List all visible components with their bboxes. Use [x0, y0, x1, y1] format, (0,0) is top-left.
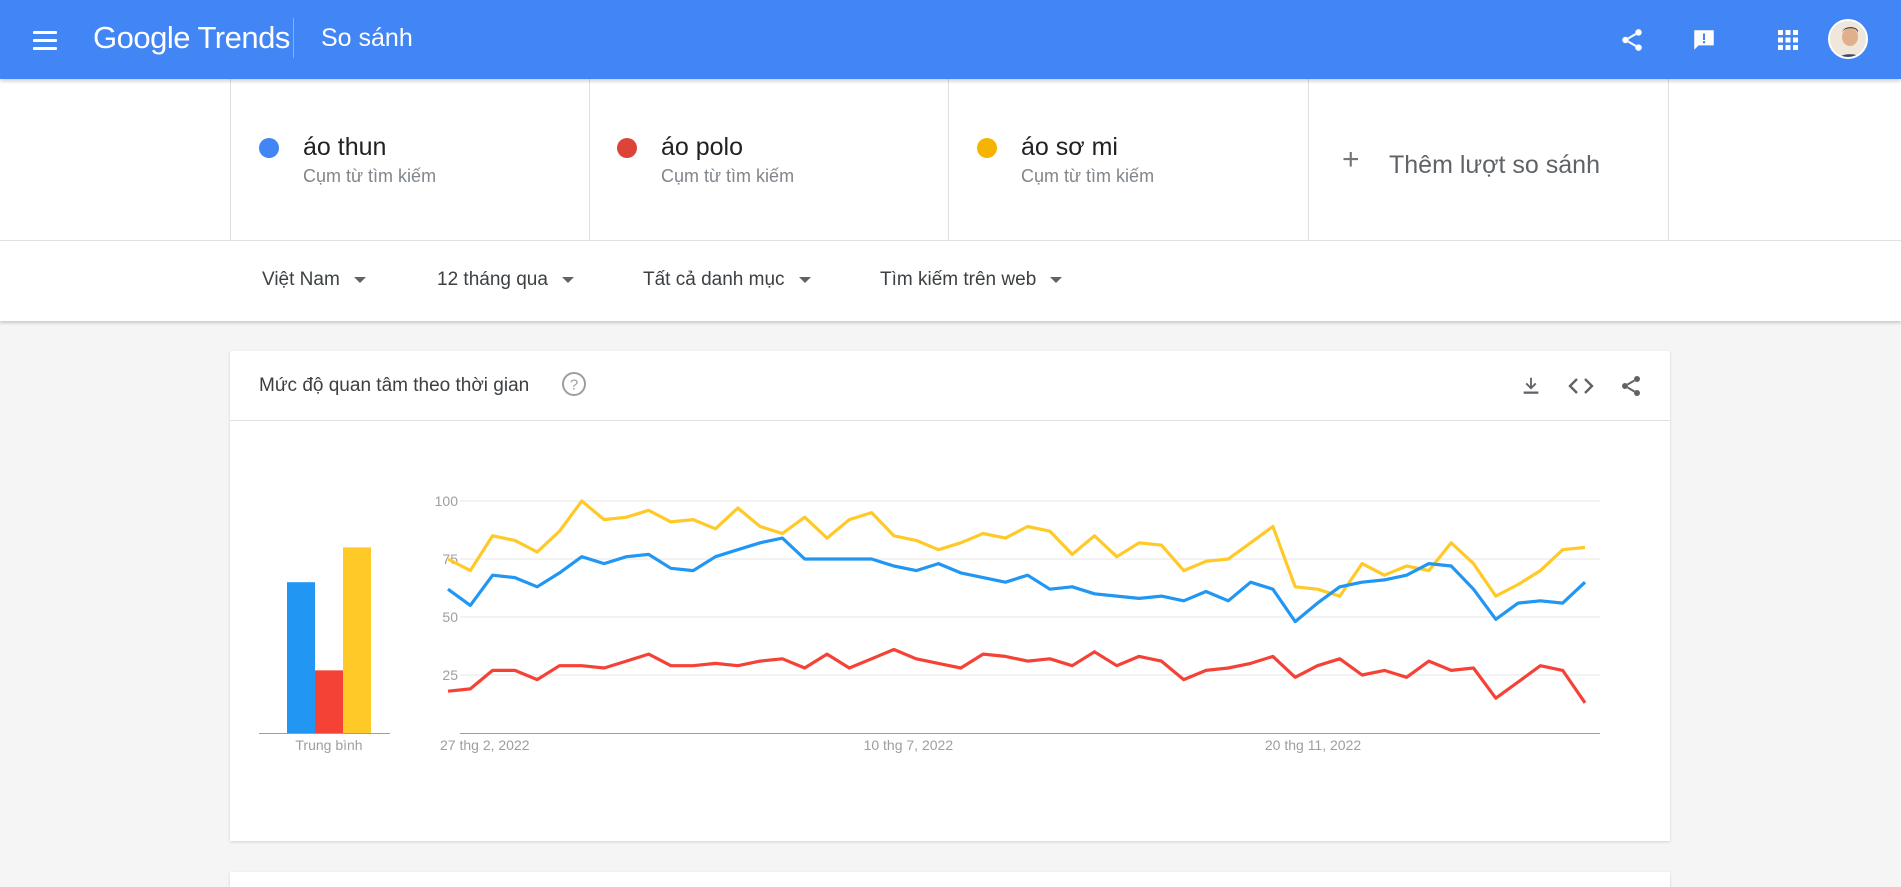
share-icon[interactable]: [1614, 22, 1650, 58]
x-tick-label: 27 thg 2, 2022: [440, 737, 530, 753]
term-name: áo polo: [661, 133, 744, 161]
term-card-ao-so-mi[interactable]: áo sơ mi Cụm từ tìm kiếm: [949, 79, 1309, 240]
card-header: Mức độ quan tâm theo thời gian ?: [230, 351, 1670, 421]
header-divider: [293, 18, 294, 58]
series-line-2: [447, 499, 1586, 598]
help-icon[interactable]: ?: [561, 371, 587, 397]
chevron-down-icon: [1050, 277, 1063, 283]
add-comparison-button[interactable]: + Thêm lượt so sánh: [1309, 79, 1669, 240]
y-tick-label: 25: [442, 667, 458, 683]
avg-x-label: Trung bình: [295, 737, 362, 753]
apps-icon[interactable]: [1770, 22, 1806, 58]
add-comparison-label: Thêm lượt so sánh: [1389, 151, 1600, 179]
category-value: Tất cả danh mục: [643, 269, 785, 290]
x-tick-label: 20 thg 11, 2022: [1265, 737, 1361, 753]
term-card-ao-polo[interactable]: áo polo Cụm từ tìm kiếm: [589, 79, 949, 240]
term-color-dot: [977, 138, 997, 158]
average-bar-chart: Trung bình: [259, 547, 390, 753]
plus-icon: +: [1342, 143, 1360, 176]
embed-icon[interactable]: [1565, 370, 1597, 402]
page-title: So sánh: [321, 24, 413, 52]
filter-bar: Việt Nam 12 tháng qua Tất cả danh mục Tì…: [0, 240, 1901, 321]
svg-text:?: ?: [570, 377, 578, 394]
search-type-value: Tìm kiếm trên web: [880, 269, 1037, 290]
y-tick-label: 50: [442, 609, 458, 625]
term-card-ao-thun[interactable]: áo thun Cụm từ tìm kiếm: [230, 79, 590, 240]
x-tick-label: 10 thg 7, 2022: [864, 737, 954, 753]
chevron-down-icon: [353, 277, 366, 283]
term-type: Cụm từ tìm kiếm: [661, 166, 795, 186]
series-line-1: [447, 647, 1587, 704]
avatar[interactable]: [1828, 19, 1868, 59]
term-color-dot: [259, 138, 279, 158]
region-value: Việt Nam: [262, 269, 340, 290]
share-icon[interactable]: [1615, 370, 1647, 402]
top-app-bar: Google Trends So sánh: [0, 0, 1901, 79]
region-dropdown[interactable]: Việt Nam: [262, 269, 366, 291]
chevron-down-icon: [561, 277, 574, 283]
avg-bar-2: [343, 547, 371, 733]
comparison-terms-bar: áo thun Cụm từ tìm kiếm áo polo Cụm từ t…: [0, 79, 1901, 240]
term-color-dot: [617, 138, 637, 158]
series-line-0: [447, 536, 1587, 624]
term-type: Cụm từ tìm kiếm: [1021, 166, 1155, 186]
chevron-down-icon: [798, 277, 811, 283]
download-icon[interactable]: [1515, 370, 1547, 402]
google-trends-logo[interactable]: Google Trends: [93, 20, 290, 56]
term-name: áo sơ mi: [1021, 133, 1118, 161]
menu-icon[interactable]: [29, 25, 61, 55]
next-card: [230, 872, 1670, 887]
search-type-dropdown[interactable]: Tìm kiếm trên web: [880, 269, 1063, 291]
interest-over-time-card: Mức độ quan tâm theo thời gian ? Trung b…: [230, 351, 1670, 841]
time-range-dropdown[interactable]: 12 tháng qua: [437, 269, 574, 291]
card-title: Mức độ quan tâm theo thời gian: [259, 375, 530, 396]
feedback-icon[interactable]: [1686, 22, 1722, 58]
term-type: Cụm từ tìm kiếm: [303, 166, 437, 186]
time-range-value: 12 tháng qua: [437, 269, 548, 290]
interest-line-chart: 25507510027 thg 2, 2022 10 thg 7, 2022 20 …: [435, 493, 1600, 753]
avg-bar-0: [287, 582, 315, 733]
category-dropdown[interactable]: Tất cả danh mục: [643, 269, 811, 291]
avg-bar-1: [315, 670, 343, 733]
term-name: áo thun: [303, 133, 387, 161]
y-tick-label: 100: [435, 493, 459, 509]
